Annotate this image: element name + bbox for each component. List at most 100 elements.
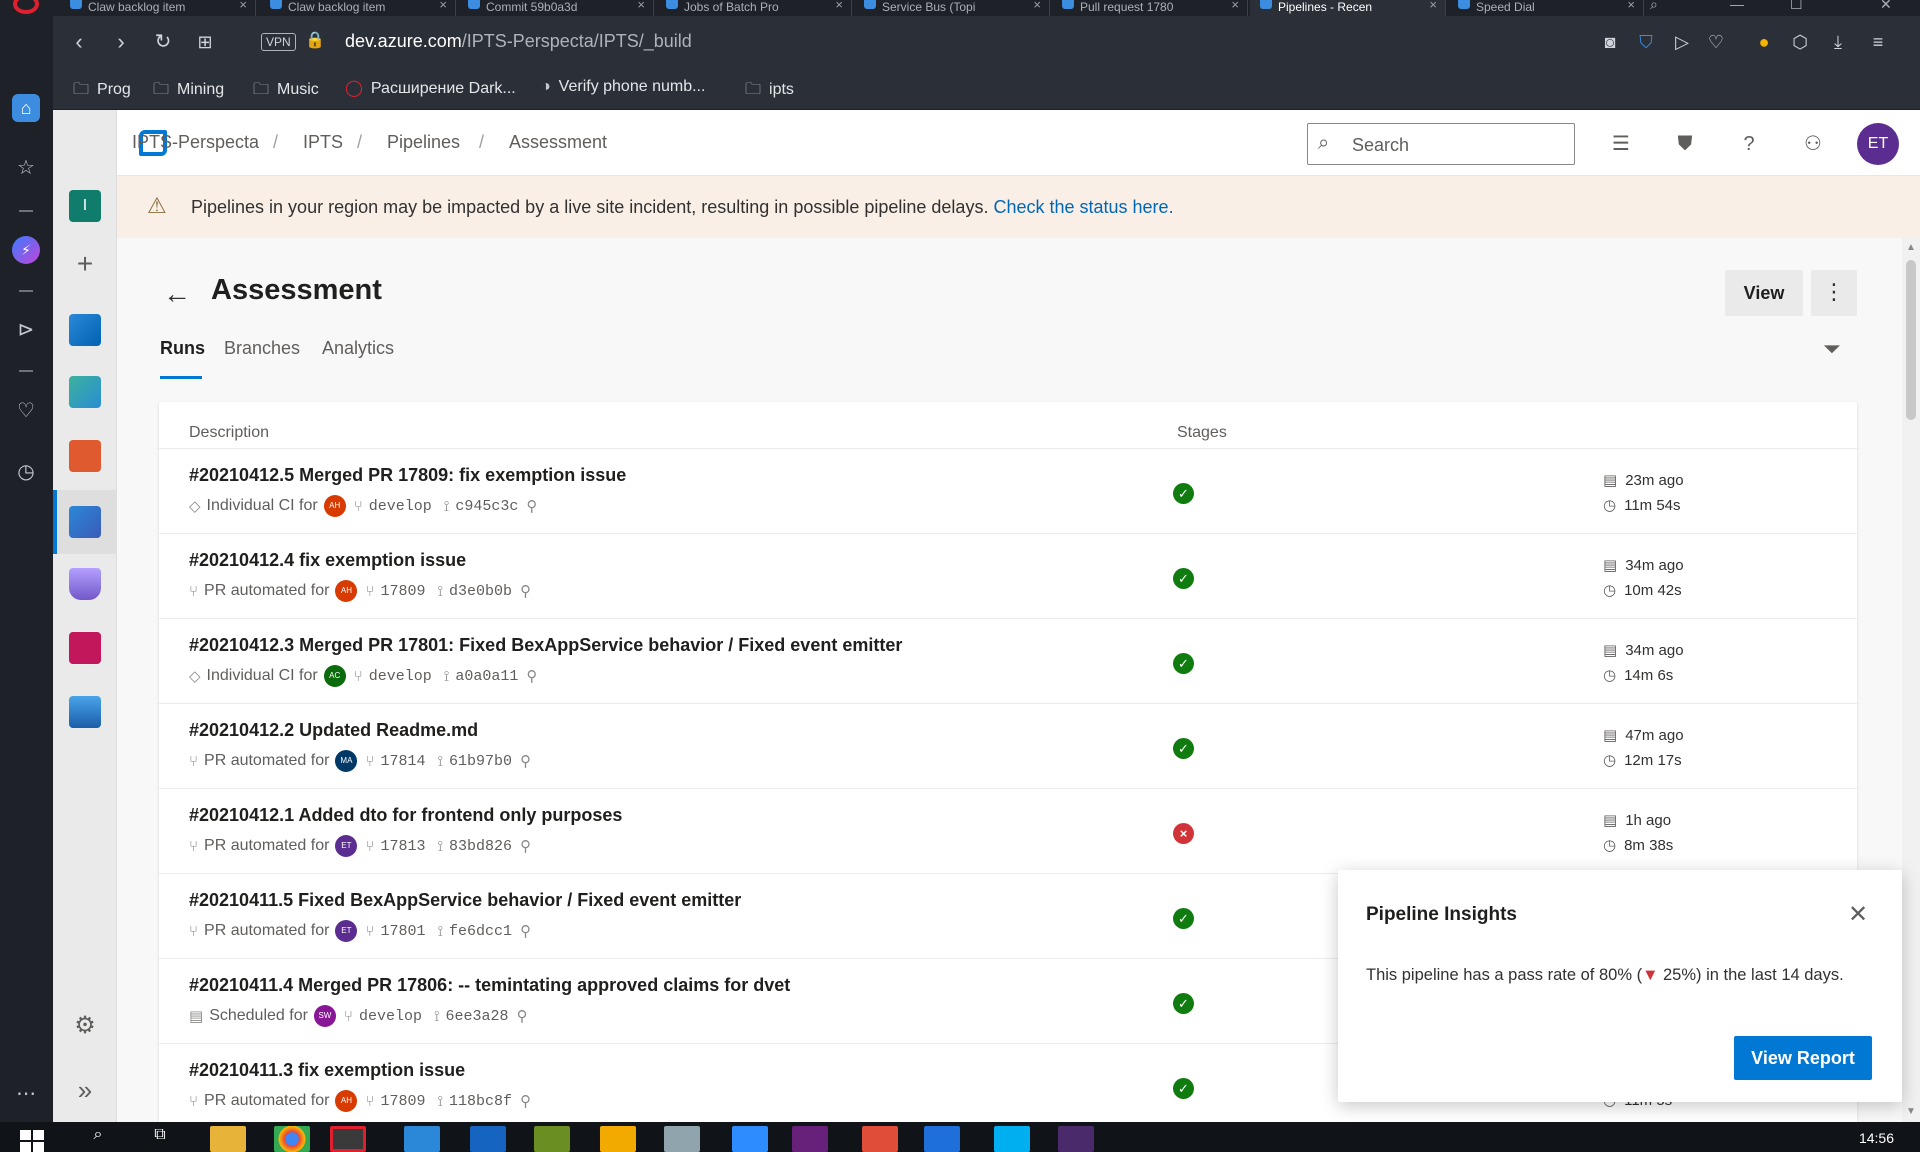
help-icon[interactable]: ? (1735, 130, 1763, 158)
run-commit[interactable]: a0a0a11 (455, 668, 518, 685)
test-plans-icon[interactable] (69, 568, 101, 600)
taskbar-app-icon[interactable] (470, 1126, 506, 1152)
scroll-down-icon[interactable]: ▼ (1906, 1106, 1916, 1117)
run-title[interactable]: #20210412.4 fix exemption issue (189, 550, 466, 571)
pin-icon[interactable]: ⚲ (520, 837, 531, 855)
avatar[interactable]: ET (1857, 123, 1899, 165)
tab-close-icon[interactable]: × (1627, 0, 1635, 12)
scroll-thumb[interactable] (1906, 260, 1916, 420)
pipelines-icon[interactable] (69, 506, 101, 538)
settings-gear-icon[interactable]: ⚙ (69, 1010, 101, 1042)
task-view-icon[interactable]: ⧉ (142, 1126, 178, 1152)
run-title[interactable]: #20210412.5 Merged PR 17809: fix exempti… (189, 465, 626, 486)
stage-status-icon[interactable]: ✓ (1173, 738, 1194, 759)
pin-icon[interactable]: ⚲ (517, 1007, 528, 1025)
scroll-up-icon[interactable]: ▲ (1906, 242, 1916, 253)
taskbar-app-icon[interactable] (664, 1126, 700, 1152)
avatar[interactable]: AC (323, 665, 346, 687)
bookmark-verify-phone[interactable]: ◑ Verify phone numb... (541, 78, 705, 96)
run-ref[interactable]: 17814 (380, 753, 425, 770)
avatar[interactable]: ET (335, 835, 358, 857)
browser-tab[interactable]: Pull request 1780 × (1052, 0, 1248, 16)
opera-taskbar-icon[interactable] (330, 1126, 366, 1152)
run-ref[interactable]: develop (369, 668, 432, 685)
repos-icon[interactable] (69, 440, 101, 472)
run-title[interactable]: #20210411.3 fix exemption issue (189, 1060, 465, 1081)
history-icon[interactable]: ◷ (12, 458, 40, 486)
table-row[interactable]: #20210412.3 Merged PR 17801: Fixed BexAp… (159, 618, 1857, 703)
close-window-button[interactable]: ✕ (1880, 0, 1892, 13)
close-icon[interactable]: ✕ (1848, 900, 1868, 929)
send-icon[interactable]: ▷ (1669, 29, 1695, 55)
forward-button[interactable]: › (107, 28, 135, 56)
stage-status-icon[interactable]: ✓ (1173, 1078, 1194, 1099)
zoom-icon[interactable] (732, 1126, 768, 1152)
run-title[interactable]: #20210412.1 Added dto for frontend only … (189, 805, 622, 826)
tab-close-icon[interactable]: × (1429, 0, 1437, 12)
cube-icon[interactable]: ⬡ (1787, 29, 1813, 55)
download-icon[interactable]: ⤓ (1825, 29, 1851, 55)
table-row[interactable]: #20210412.4 fix exemption issue ⑂ PR autom… (159, 533, 1857, 618)
pin-icon[interactable]: ⚲ (520, 922, 531, 940)
bookmark-dark-extension[interactable]: ◯ Расширение Dark... (345, 78, 516, 98)
heart-icon[interactable]: ♡ (12, 397, 40, 425)
avatar[interactable]: ET (335, 920, 358, 942)
heart-icon[interactable]: ♡ (1703, 29, 1729, 55)
pin-icon[interactable]: ⚲ (520, 1092, 531, 1110)
lock-icon[interactable]: 🔒 (305, 30, 325, 50)
taskbar-app-icon[interactable] (1058, 1126, 1094, 1152)
avatar[interactable]: AH (335, 1090, 358, 1112)
tab-close-icon[interactable]: × (1231, 0, 1239, 12)
run-commit[interactable]: 118bc8f (449, 1093, 512, 1110)
pin-icon[interactable]: ⚲ (520, 582, 531, 600)
back-arrow-icon[interactable]: ← (163, 278, 191, 310)
run-ref[interactable]: 17809 (380, 583, 425, 600)
run-ref[interactable]: 17801 (380, 923, 425, 940)
filter-icon[interactable]: ⏷ (1823, 336, 1841, 362)
pin-icon[interactable]: ⚲ (520, 752, 531, 770)
table-row[interactable]: #20210412.2 Updated Readme.md ⑂ PR automat… (159, 703, 1857, 788)
status-link[interactable]: Check the status here. (993, 197, 1173, 217)
browser-tab[interactable]: Claw backlog item × (260, 0, 456, 16)
breadcrumb-org[interactable]: IPTS-Perspecta (132, 132, 259, 153)
skype-icon[interactable] (994, 1126, 1030, 1152)
star-icon[interactable]: ☆ (12, 154, 40, 182)
breadcrumb-pipeline[interactable]: Assessment (509, 132, 607, 153)
file-explorer-icon[interactable] (210, 1126, 246, 1152)
bookmark-music[interactable]: 🗀 Music (253, 78, 319, 105)
taskbar-app-icon[interactable] (534, 1126, 570, 1152)
stage-status-icon[interactable]: ✓ (1173, 653, 1194, 674)
home-icon[interactable]: ⌂ (12, 94, 40, 122)
boards-icon[interactable] (69, 376, 101, 408)
minimize-button[interactable]: — (1730, 0, 1744, 12)
more-actions-button[interactable]: ⋮ (1811, 270, 1857, 316)
messenger-icon[interactable]: ⚡ (12, 236, 40, 264)
more-icon[interactable]: ⋯ (12, 1080, 40, 1108)
visual-studio-icon[interactable] (792, 1126, 828, 1152)
stage-status-icon[interactable]: ✓ (1173, 908, 1194, 929)
run-ref[interactable]: 17809 (380, 1093, 425, 1110)
table-row[interactable]: #20210412.5 Merged PR 17809: fix exempti… (159, 448, 1857, 533)
run-title[interactable]: #20210412.3 Merged PR 17801: Fixed BexAp… (189, 635, 902, 656)
back-button[interactable]: ‹ (65, 28, 93, 56)
tab-analytics[interactable]: Analytics (322, 338, 394, 359)
reload-button[interactable]: ↻ (149, 28, 177, 56)
analytics-icon[interactable] (69, 696, 101, 728)
browser-tab[interactable]: Service Bus (Topi × (854, 0, 1050, 16)
run-title[interactable]: #20210412.2 Updated Readme.md (189, 720, 478, 741)
vpn-badge[interactable]: VPN (261, 33, 296, 51)
run-commit[interactable]: 6ee3a28 (446, 1008, 509, 1025)
chrome-icon[interactable] (274, 1126, 310, 1152)
page-scrollbar[interactable]: ▲ ▼ (1902, 238, 1920, 1122)
tab-close-icon[interactable]: × (239, 0, 247, 12)
player-icon[interactable]: ⊳ (12, 316, 40, 344)
run-ref[interactable]: develop (369, 498, 432, 515)
browser-tab[interactable]: Speed Dial × (1448, 0, 1644, 16)
run-title[interactable]: #20210411.5 Fixed BexAppService behavior… (189, 890, 741, 911)
tab-close-icon[interactable]: × (1033, 0, 1041, 12)
search-input[interactable]: ⌕ Search (1307, 123, 1575, 165)
run-ref[interactable]: develop (359, 1008, 422, 1025)
opera-logo-icon[interactable] (13, 0, 39, 14)
browser-tab[interactable]: Commit 59b0a3d × (458, 0, 654, 16)
table-row[interactable]: #20210412.1 Added dto for frontend only … (159, 788, 1857, 873)
